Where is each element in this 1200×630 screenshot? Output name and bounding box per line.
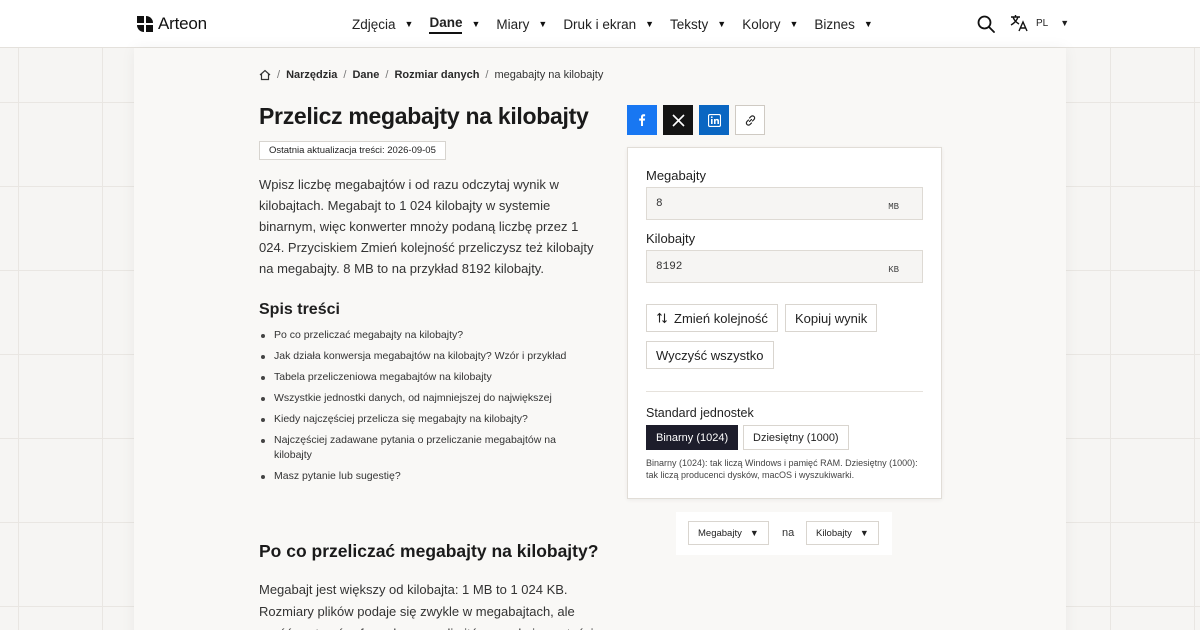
share-buttons [627,105,765,135]
breadcrumb-link[interactable]: Narzędzia [286,69,337,81]
main-nav: Zdjęcia ▼ Dane ▼ Miary ▼ Druk i ekran ▼ … [352,0,889,48]
toc-link[interactable]: Kiedy najczęściej przelicza się megabajt… [259,412,599,427]
megabytes-input[interactable]: 8 MB [646,187,923,220]
copy-link-button[interactable] [735,105,765,135]
brand-logo[interactable]: Arteon [137,14,207,34]
from-unit-value: Megabajty [698,527,742,539]
breadcrumb-link[interactable]: Dane [352,69,379,81]
nav-item-label: Kolory [742,16,781,32]
share-x-button[interactable] [663,105,693,135]
caret-down-icon: ▼ [749,528,759,538]
kilobytes-input[interactable]: 8192 KB [646,250,923,283]
nav-item-biznes[interactable]: Biznes ▼ [814,0,872,48]
toc-link[interactable]: Tabela przeliczeniowa megabajtów na kilo… [259,370,599,385]
caret-down-icon: ▼ [859,528,869,538]
clear-all-label: Wyczyść wszystko [656,347,764,363]
caret-down-icon: ▼ [538,19,548,29]
caret-down-icon: ▼ [863,19,873,29]
home-icon[interactable] [259,69,271,81]
x-icon [671,113,685,127]
breadcrumb-link[interactable]: Rozmiar danych [394,69,479,81]
breadcrumb-separator: / [385,69,389,81]
intro-paragraph: Wpisz liczbę megabajtów i od razu odczyt… [259,177,594,276]
copy-result-label: Kopiuj wynik [795,310,868,326]
copy-result-button[interactable]: Kopiuj wynik [785,304,878,332]
toc-link[interactable]: Masz pytanie lub sugestię? [259,469,599,484]
swap-icon [657,312,667,324]
kilobytes-unit: KB [888,265,899,275]
table-of-contents: Po co przeliczać megabajty na kilobajty?… [259,328,599,490]
divider [646,391,923,392]
unit-standard-label: Standard jednostek [646,406,754,420]
nav-item-label: Teksty [670,16,709,32]
clear-all-button[interactable]: Wyczyść wszystko [646,341,774,369]
nav-item-kolory[interactable]: Kolory ▼ [742,0,798,48]
toc-link[interactable]: Jak działa konwersja megabajtów na kilob… [259,349,599,364]
search-icon[interactable] [977,15,995,33]
toc-link[interactable]: Wszystkie jednostki danych, od najmniejs… [259,391,599,406]
language-code: PL [1036,17,1049,29]
nav-item-label: Dane [429,15,463,34]
megabytes-value: 8 [656,198,663,210]
section-heading: Po co przeliczać megabajty na kilobajty? [259,541,599,561]
from-unit-select[interactable]: Megabajty ▼ [688,521,769,545]
nav-item-label: Miary [496,16,530,32]
unit-connector: na [782,527,795,539]
standard-note: Binarny (1024): tak liczą Windows i pami… [646,458,918,480]
toc-link[interactable]: Najczęściej zadawane pytania o przelicza… [259,433,559,463]
caret-down-icon: ▼ [1060,18,1070,28]
caret-down-icon: ▼ [789,19,799,29]
brand-name: Arteon [158,14,207,33]
share-linkedin-button[interactable] [699,105,729,135]
to-unit-select[interactable]: Kilobajty ▼ [806,521,879,545]
breadcrumb-separator: / [343,69,347,81]
link-icon [745,114,755,126]
megabytes-unit: MB [888,202,899,212]
to-unit-value: Kilobajty [816,527,852,539]
nav-item-teksty[interactable]: Teksty ▼ [670,0,726,48]
nav-item-zdjecia[interactable]: Zdjęcia ▼ [352,0,413,48]
breadcrumb-current: megabajty na kilobajty [494,69,604,81]
language-selector[interactable]: PL ▼ [1010,14,1069,32]
nav-item-dane[interactable]: Dane ▼ [429,0,480,48]
section-paragraph: Megabajt jest większy od kilobajta: 1 MB… [259,582,593,630]
breadcrumb: / Narzędzia / Dane / Rozmiar danych / me… [259,69,603,81]
caret-down-icon: ▼ [645,19,655,29]
unit-selector: Megabajty ▼ na Kilobajty ▼ [676,512,892,555]
translate-icon [1010,15,1028,32]
last-updated-badge: Ostatnia aktualizacja treści: 2026-09-05 [259,141,446,160]
caret-down-icon: ▼ [471,19,481,29]
converter-panel: Megabajty 8 MB Kilobajty 8192 KB Zmień k… [627,147,942,499]
page-title: Przelicz megabajty na kilobajty [259,103,589,129]
breadcrumb-separator: / [485,69,489,81]
swap-order-label: Zmień kolejność [674,310,768,326]
linkedin-icon [707,113,721,127]
top-navigation-bar: Arteon Zdjęcia ▼ Dane ▼ Miary ▼ Druk i e… [0,0,1200,48]
standard-binary-option[interactable]: Binarny (1024) [646,425,739,450]
caret-down-icon: ▼ [717,19,727,29]
toc-title: Spis treści [259,301,340,318]
nav-item-druk-i-ekran[interactable]: Druk i ekran ▼ [563,0,654,48]
to-field-label: Kilobajty [646,231,696,246]
share-facebook-button[interactable] [627,105,657,135]
standard-decimal-option[interactable]: Dziesiętny (1000) [743,425,849,450]
kilobytes-value: 8192 [656,261,683,273]
from-field-label: Megabajty [646,168,706,183]
logo-icon [137,16,153,32]
nav-item-miary[interactable]: Miary ▼ [496,0,547,48]
breadcrumb-separator: / [277,69,281,81]
nav-item-label: Biznes [814,16,855,32]
nav-item-label: Zdjęcia [352,16,396,32]
swap-order-button[interactable]: Zmień kolejność [646,304,778,332]
facebook-icon [639,114,646,126]
nav-item-label: Druk i ekran [563,16,637,32]
caret-down-icon: ▼ [404,19,414,29]
toc-link[interactable]: Po co przeliczać megabajty na kilobajty? [259,328,599,343]
